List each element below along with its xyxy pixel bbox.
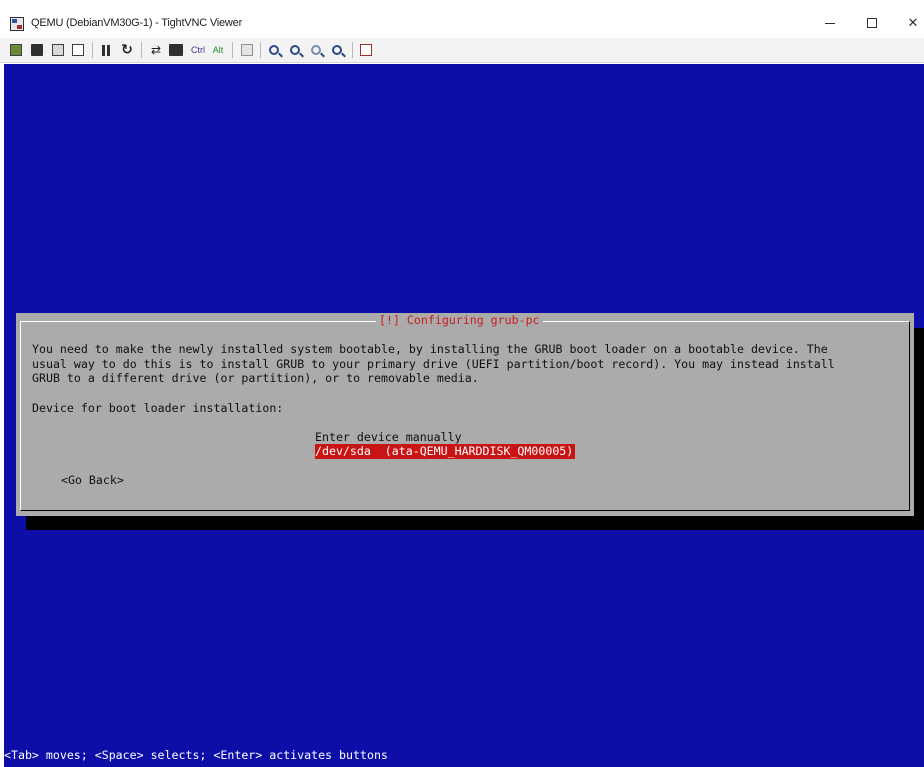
go-back-button[interactable]: <Go Back> xyxy=(61,473,124,488)
ctrl-alt-del-icon xyxy=(169,44,183,56)
tightvnc-app-icon xyxy=(10,17,24,31)
window-titlebar[interactable]: QEMU (DebianVM30G-1) - TightVNC Viewer ✕ xyxy=(0,0,924,40)
zoom-100-button[interactable] xyxy=(308,42,324,58)
save-button[interactable] xyxy=(29,42,45,58)
grub-config-dialog: [!] Configuring grub-pc You need to make… xyxy=(16,313,914,516)
maximize-button[interactable] xyxy=(858,12,886,34)
zoom-out-button[interactable] xyxy=(287,42,303,58)
clipboard-icon xyxy=(241,44,253,56)
new-connection-button[interactable] xyxy=(8,42,24,58)
ctrl-key-button[interactable]: Ctrl xyxy=(189,42,207,58)
zoom-in-button[interactable] xyxy=(266,42,282,58)
pause-icon xyxy=(102,44,110,56)
transfer-button[interactable]: ⇄ xyxy=(148,42,164,58)
new-connection-icon xyxy=(10,44,22,56)
info-button[interactable] xyxy=(70,42,86,58)
minimize-button[interactable] xyxy=(816,12,844,34)
close-button[interactable]: ✕ xyxy=(899,12,924,34)
option-enter-manually[interactable]: Enter device manually xyxy=(315,430,462,445)
clipboard-button[interactable] xyxy=(239,42,255,58)
minimize-icon xyxy=(825,22,835,24)
keyboard-help-line: <Tab> moves; <Space> selects; <Enter> ac… xyxy=(4,748,388,762)
save-icon xyxy=(31,44,43,56)
maximize-icon xyxy=(867,18,877,28)
refresh-icon: ↻ xyxy=(121,42,133,58)
toolbar-separator xyxy=(141,42,142,58)
options-button[interactable] xyxy=(50,42,66,58)
zoom-in-icon xyxy=(269,45,279,55)
toolbar-separator xyxy=(92,42,93,58)
alt-key-button[interactable]: Alt xyxy=(210,42,226,58)
zoom-100-icon xyxy=(311,45,321,55)
dialog-title: [!] Configuring grub-pc xyxy=(376,313,543,328)
toolbar-separator xyxy=(260,42,261,58)
options-icon xyxy=(52,44,64,56)
option-dev-sda[interactable]: /dev/sda (ata-QEMU_HARDDISK_QM00005) xyxy=(315,444,576,459)
remote-screen[interactable]: [!] Configuring grub-pc You need to make… xyxy=(4,64,924,767)
window-title: QEMU (DebianVM30G-1) - TightVNC Viewer xyxy=(31,17,243,29)
transfer-icon: ⇄ xyxy=(150,43,162,57)
toolbar-separator xyxy=(232,42,233,58)
info-icon xyxy=(72,44,84,56)
zoom-fit-button[interactable] xyxy=(329,42,345,58)
pause-button[interactable] xyxy=(99,42,113,58)
zoom-fit-icon xyxy=(332,45,342,55)
toolbar-separator xyxy=(352,42,353,58)
close-icon: ✕ xyxy=(907,15,919,31)
device-prompt: Device for boot loader installation: xyxy=(32,401,284,415)
dialog-description: You need to make the newly installed sys… xyxy=(32,342,835,386)
fullscreen-button[interactable] xyxy=(358,42,374,58)
refresh-button[interactable]: ↻ xyxy=(119,42,135,58)
fullscreen-icon xyxy=(360,44,372,56)
viewer-toolbar: ↻ ⇄ Ctrl Alt xyxy=(0,38,924,63)
ctrl-alt-del-button[interactable] xyxy=(168,42,184,58)
zoom-out-icon xyxy=(290,45,300,55)
